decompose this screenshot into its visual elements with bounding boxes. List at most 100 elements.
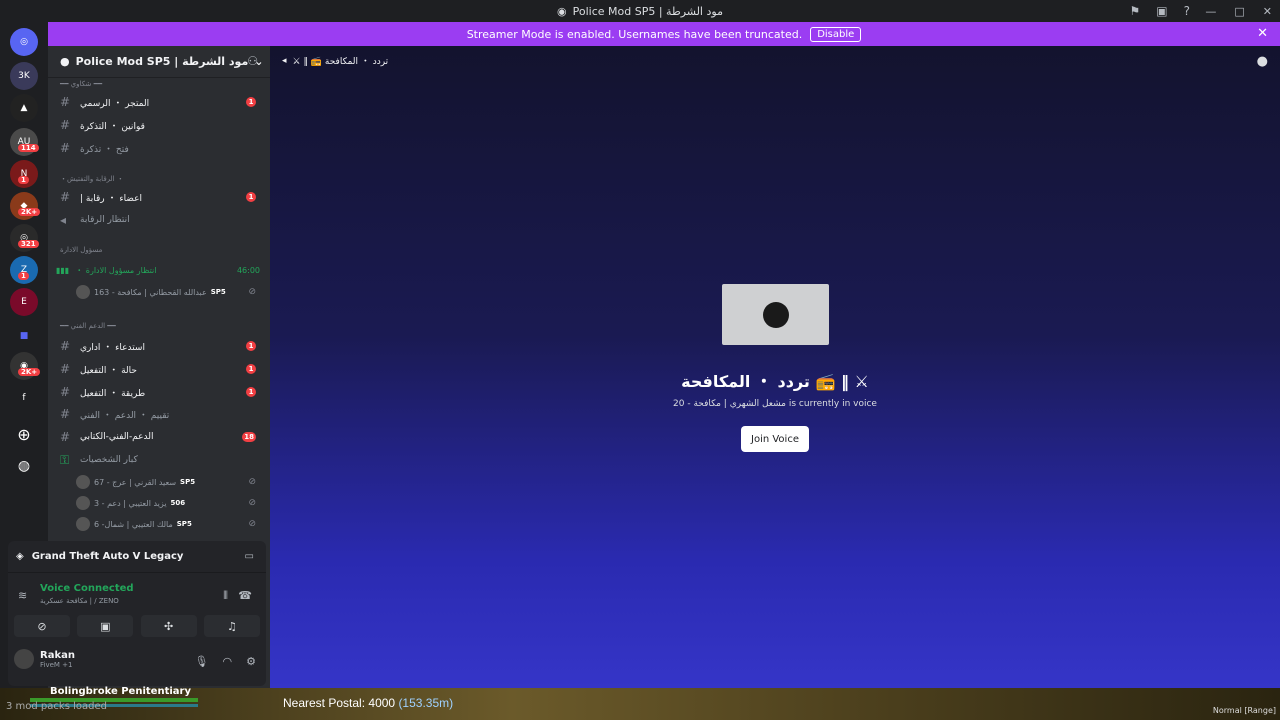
channel-name: حالة ・ التفعيل [80, 365, 137, 376]
camera-off-button[interactable]: ⊘ [14, 615, 70, 637]
user-info[interactable]: Rakan FiveM +1 [14, 649, 75, 669]
avatar [76, 496, 90, 510]
channel-item[interactable]: # قوانين ・ التذكرة [56, 115, 264, 135]
disconnect-icon[interactable]: ☎ [238, 589, 252, 602]
channel-name: تقييم ・ الدعم ・ الفني [80, 410, 170, 421]
add-server-icon[interactable]: ⊕ [10, 420, 38, 448]
hash-icon: # [60, 141, 71, 155]
voice-user[interactable]: عبدالله القحطاني | مكافحة - 163 SP5 ⊘ [76, 283, 264, 301]
channel-item[interactable]: # استدعاء ・ اداري 1 [56, 336, 264, 356]
channel-name: اعضاء ・ رقابة | [80, 193, 142, 204]
voice-channel-active[interactable]: ▮▮▮ انتظار مسؤول الادارة ・ 46:00 [56, 261, 266, 279]
server-small-icon: ● [60, 55, 70, 68]
participant-card[interactable] [722, 284, 829, 345]
minimize-button[interactable]: — [1205, 5, 1216, 18]
voice-range-label: Normal [Range] [1212, 706, 1276, 715]
channel-item[interactable]: # اعضاء ・ رقابة | 1 [56, 187, 264, 207]
discover-icon[interactable]: ◍ [10, 452, 38, 480]
user-tag: SP5 [180, 478, 196, 486]
gear-icon[interactable]: ⚙ [246, 655, 256, 668]
noise-suppression-icon[interactable]: ⦀ [223, 589, 228, 603]
avatar [762, 301, 789, 328]
voice-user[interactable]: مالك العتيبي | شمال- 6 SP5 ⊘ [76, 515, 264, 533]
close-window-button[interactable]: ✕ [1263, 5, 1272, 18]
hash-icon: # [60, 407, 71, 421]
avatar [76, 475, 90, 489]
stream-game-icon[interactable]: ▭ [245, 551, 254, 562]
user-tag: 506 [170, 499, 186, 507]
unread-badge: 18 [242, 432, 256, 442]
server-header[interactable]: ● Police Mod SP5 | مود الشرطة ⌄ ⚇ [48, 46, 270, 78]
username: Rakan [40, 649, 75, 661]
server-badge-6: 2K+ [18, 368, 41, 376]
channel-item[interactable]: ◂ انتظار الرقابة [56, 210, 264, 230]
server-icon-2[interactable]: ▲ [10, 94, 38, 122]
hash-icon: # [60, 385, 71, 399]
category-label[interactable]: مسؤول الادارة [60, 246, 102, 254]
speaker-icon: ◂ [282, 55, 287, 66]
category-label[interactable]: ━━ شكاوي ━━ [60, 80, 102, 88]
microphone-icon[interactable]: 🎙 [195, 655, 209, 668]
lock-icon: ⚿ [60, 452, 70, 467]
channel-item[interactable]: # فتح ・ تذكرة [56, 138, 264, 158]
soundboard-button[interactable]: ♫ [203, 615, 260, 637]
maximize-button[interactable]: □ [1234, 5, 1244, 18]
user-tag: SP5 [176, 520, 192, 528]
channel-item[interactable]: # المتجر ・ الرسمي 1 [56, 92, 264, 112]
stream-icon[interactable]: ▣ [1156, 4, 1167, 18]
mod-packs-label: 3 mod packs loaded [6, 701, 107, 712]
voice-user[interactable]: سعيد القرني | عرج - 67 SP5 ⊘ [76, 473, 264, 491]
help-icon[interactable]: ? [1184, 4, 1190, 18]
screen-share-button[interactable]: ▣ [77, 615, 134, 637]
disable-streamer-button[interactable]: Disable [810, 26, 862, 42]
voice-channel-title: تردد ・ المكافحة 📻 ‖ ⚔ [681, 372, 869, 391]
channel-name: انتظار الرقابة [80, 215, 130, 225]
deafened-icon: ⊘ [248, 287, 256, 297]
voice-channel-locked[interactable]: ⚿ كبار الشخصيات [56, 450, 264, 470]
location-label: Bolingbroke Penitentiary [50, 686, 191, 697]
server-icon-10[interactable]: f [10, 384, 38, 412]
channel-item[interactable]: # طريقة ・ التفعيل 1 [56, 382, 264, 402]
add-member-icon[interactable]: ⚇ [247, 54, 258, 68]
channel-item[interactable]: # تقييم ・ الدعم ・ الفني [56, 404, 264, 424]
inbox-icon[interactable]: ⚑ [1130, 4, 1141, 18]
hash-icon: # [60, 190, 71, 204]
voice-channel-sub[interactable]: مكافحة عسكرية | / ZENO [40, 597, 119, 605]
channel-item[interactable]: # الدعم-الفني-الكتابي 18 [56, 427, 264, 447]
window-title-group: ◉ Police Mod SP5 | مود الشرطة [557, 5, 723, 18]
voice-user-name: يزيد العتيبي | دعم - 3 [94, 498, 167, 508]
join-voice-button[interactable]: Join Voice [741, 426, 809, 452]
unread-badge: 1 [246, 364, 256, 374]
avatar [14, 649, 34, 669]
close-banner-icon[interactable]: ✕ [1257, 26, 1268, 41]
user-status: FiveM +1 [40, 660, 73, 669]
voice-user[interactable]: يزيد العتيبي | دعم - 3 506 ⊘ [76, 494, 264, 512]
voice-user-name: عبدالله القحطاني | مكافحة - 163 [94, 287, 207, 297]
window-titlebar: ◉ Police Mod SP5 | مود الشرطة ⚑ ▣ ? — □ … [0, 0, 1280, 22]
connection-icon[interactable]: ≋ [18, 589, 27, 602]
category-label[interactable]: ・الرقابة والتفتيش ・ [60, 174, 124, 184]
postal-value: 4000 [368, 696, 396, 710]
server-icon-1[interactable]: 3K [10, 62, 38, 90]
channel-item[interactable]: # حالة ・ التفعيل 1 [56, 359, 264, 379]
folder-icon[interactable]: ■ [10, 322, 38, 350]
chat-bubble-icon[interactable]: ● [1257, 54, 1268, 69]
titlebar-tools: ⚑ ▣ ? [1130, 0, 1190, 22]
game-name: Grand Theft Auto V Legacy [31, 551, 184, 562]
channel-name: فتح ・ تذكرة [80, 144, 129, 155]
activity-row: ◈ Grand Theft Auto V Legacy ▭ [8, 541, 266, 573]
deafened-icon: ⊘ [248, 498, 256, 508]
category-label[interactable]: ━━ الدعم الفني ━━ [60, 322, 116, 330]
server-icon-8[interactable]: E [10, 288, 38, 316]
headphones-icon[interactable]: ◠ [223, 655, 233, 668]
voice-connected-label[interactable]: Voice Connected [40, 583, 134, 594]
unread-badge: 1 [246, 97, 256, 107]
server-badge-1: 114 [18, 144, 39, 152]
discord-home-icon[interactable]: ◎ [10, 28, 38, 56]
hash-icon: # [60, 95, 71, 109]
speaker-icon: ◂ [60, 213, 67, 227]
activities-button[interactable]: ✣ [140, 615, 197, 637]
channel-header-title: تردد ・ المكافحة 📻 ‖ ⚔ [292, 57, 389, 67]
server-badge-2: 1 [18, 176, 29, 184]
channel-name: كبار الشخصيات [80, 455, 138, 465]
